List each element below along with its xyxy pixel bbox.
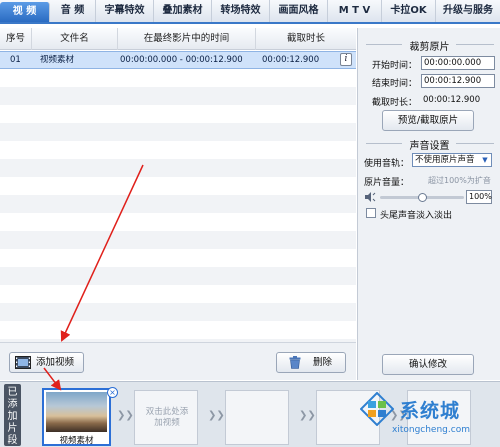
end-time-input[interactable]: 00:00:12.900 — [421, 74, 495, 88]
source-volume-label: 原片音量： — [364, 178, 410, 188]
table-row-empty — [0, 195, 356, 213]
preview-crop-button[interactable]: 预览/截取原片 — [382, 110, 474, 131]
trash-icon — [289, 356, 301, 369]
watermark-logo-icon — [360, 392, 394, 426]
tab-upgrade-service[interactable]: 升级与服务 — [436, 0, 500, 22]
volume-hint: 超过100%为扩音 — [428, 176, 491, 185]
table-row-empty — [0, 105, 356, 123]
list-actions-bar: 添加视频 删除 — [0, 342, 356, 380]
start-time-label: 开始时间： — [372, 61, 418, 71]
film-icon — [15, 356, 31, 369]
chevron-right-icon: ❯❯ — [299, 410, 316, 421]
tab-overlay-materials[interactable]: 叠加素材 — [154, 0, 212, 22]
tab-karaoke[interactable]: 卡拉OK — [382, 0, 436, 22]
added-clips-tab[interactable]: 已添加片段 — [4, 384, 21, 446]
table-row-empty — [0, 267, 356, 285]
delete-label: 删除 — [313, 357, 333, 368]
divider — [456, 44, 494, 45]
empty-clip-slot[interactable]: 双击此处添加视频 — [134, 390, 198, 445]
confirm-changes-button[interactable]: 确认修改 — [382, 354, 474, 375]
audio-track-select[interactable]: 不使用原片声音 ▼ — [412, 153, 492, 167]
table-row-empty — [0, 231, 356, 249]
main-tab-bar: 视 频 音 频 字幕特效 叠加素材 转场特效 画面风格 M T V 卡拉OK 升… — [0, 0, 500, 24]
table-row-empty — [0, 285, 356, 303]
chevron-down-icon: ▼ — [482, 156, 488, 164]
audio-track-label: 使用音轨： — [364, 159, 410, 169]
tab-transition-effects[interactable]: 转场特效 — [212, 0, 270, 22]
clip-settings-panel: 裁剪原片 开始时间： 00:00:00.000 结束时间： 00:00:12.9… — [357, 28, 500, 380]
fade-in-out-label: 头尾声音淡入淡出 — [380, 211, 453, 221]
column-header-duration[interactable]: 截取时长 — [256, 28, 356, 50]
add-video-button[interactable]: 添加视频 — [9, 352, 84, 373]
volume-input[interactable]: 100% — [466, 190, 492, 204]
table-row-empty — [0, 177, 356, 195]
table-row-empty — [0, 321, 356, 339]
audio-section-title: 声音设置 — [409, 141, 450, 152]
row-index: 01 — [10, 55, 21, 65]
watermark-text: 系统城 — [400, 400, 461, 422]
speaker-icon — [365, 192, 376, 202]
watermark-url: xitongcheng.com — [392, 425, 470, 435]
row-filename: 视频素材 — [40, 55, 75, 65]
table-body: 01 视频素材 00:00:00.000 - 00:00:12.900 00:0… — [0, 51, 356, 361]
tab-video[interactable]: 视 频 — [0, 2, 50, 22]
table-row-empty — [0, 213, 356, 231]
tab-mtv[interactable]: M T V — [328, 0, 382, 22]
table-row-empty — [0, 87, 356, 105]
tab-audio[interactable]: 音 频 — [50, 0, 96, 22]
table-row[interactable]: 01 视频素材 00:00:00.000 - 00:00:12.900 00:0… — [0, 51, 356, 69]
row-timeline: 00:00:00.000 - 00:00:12.900 — [120, 55, 243, 65]
volume-slider-thumb[interactable] — [418, 193, 427, 202]
tab-subtitle-effects[interactable]: 字幕特效 — [96, 0, 154, 22]
clip-label: 视频素材 — [59, 436, 94, 446]
column-header-filename[interactable]: 文件名 — [32, 28, 118, 50]
delete-button[interactable]: 删除 — [276, 352, 346, 373]
video-list-panel: 序号 文件名 在最终影片中的时间 截取时长 01 视频素材 00:00:00.0… — [0, 28, 356, 380]
table-row-empty — [0, 303, 356, 321]
chevron-right-icon: ❯❯ — [208, 410, 225, 421]
info-icon[interactable]: i — [340, 53, 352, 66]
audio-track-value: 不使用原片声音 — [415, 155, 475, 165]
chevron-right-icon: ❯❯ — [117, 410, 134, 421]
row-duration: 00:00:12.900 — [262, 55, 320, 65]
start-time-input[interactable]: 00:00:00.000 — [421, 56, 495, 70]
slot-hint: 双击此处添加视频 — [145, 407, 189, 428]
column-header-timeline[interactable]: 在最终影片中的时间 — [118, 28, 256, 50]
empty-clip-slot[interactable] — [225, 390, 289, 445]
fade-in-out-checkbox[interactable] — [366, 208, 376, 218]
end-time-label: 结束时间： — [372, 79, 418, 89]
remove-clip-icon[interactable]: × — [107, 387, 118, 398]
divider — [456, 143, 494, 144]
clip-preview-image — [46, 392, 107, 432]
column-header-index[interactable]: 序号 — [0, 28, 32, 50]
table-row-empty — [0, 141, 356, 159]
tab-picture-style[interactable]: 画面风格 — [270, 0, 328, 22]
crop-section-title: 裁剪原片 — [409, 42, 450, 53]
table-row-empty — [0, 123, 356, 141]
table-row-empty — [0, 249, 356, 267]
table-row-empty — [0, 159, 356, 177]
table-row-empty — [0, 69, 356, 87]
clip-thumbnail[interactable]: 视频素材 — [42, 388, 111, 446]
table-header: 序号 文件名 在最终影片中的时间 截取时长 — [0, 28, 356, 50]
crop-duration-value: 00:00:12.900 — [423, 95, 481, 105]
add-video-label: 添加视频 — [36, 357, 75, 368]
crop-duration-label: 截取时长： — [372, 98, 418, 108]
